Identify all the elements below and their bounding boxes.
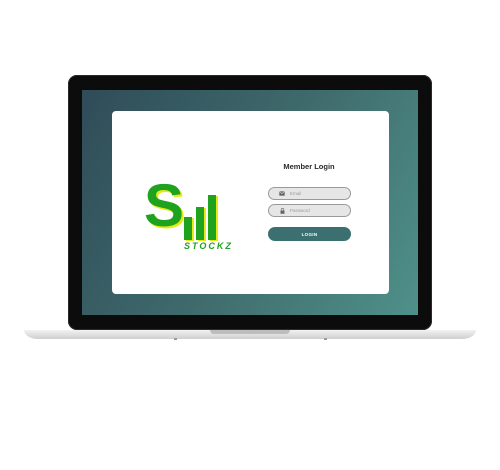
- logo-letter-s: S: [144, 172, 185, 239]
- logo-bar-1: [184, 217, 192, 240]
- lock-icon: [278, 207, 286, 215]
- laptop-hinge-right: [324, 338, 327, 340]
- email-input[interactable]: [290, 191, 350, 196]
- stockz-logo: S STOCKZ: [144, 176, 234, 256]
- laptop-hinge-left: [174, 338, 177, 340]
- logo-bar-3: [208, 195, 216, 240]
- login-button[interactable]: LOGIN: [268, 227, 351, 241]
- login-title: Member Login: [283, 162, 335, 171]
- envelope-icon: [278, 190, 286, 198]
- laptop-base-notch: [210, 330, 290, 334]
- logo-wordmark: STOCKZ: [184, 241, 233, 251]
- password-field[interactable]: [268, 204, 351, 217]
- password-input[interactable]: [290, 208, 350, 213]
- email-field[interactable]: [268, 187, 351, 200]
- logo-bar-2: [196, 207, 204, 240]
